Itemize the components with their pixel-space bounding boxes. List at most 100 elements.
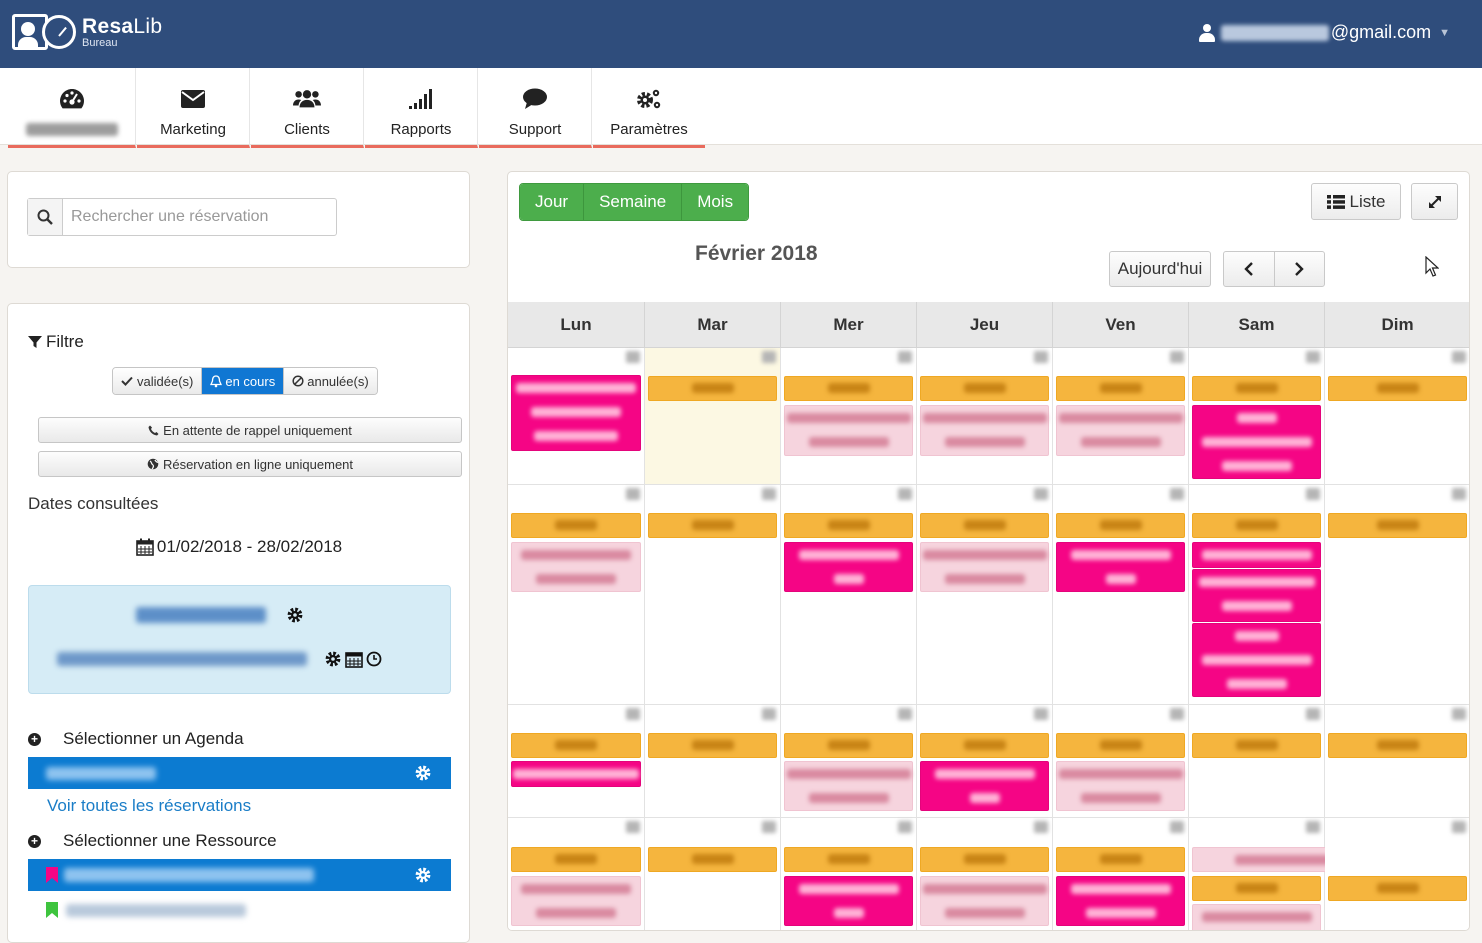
add-reservation-button[interactable] xyxy=(784,847,913,872)
view-week-button[interactable]: Semaine xyxy=(584,184,683,220)
add-reservation-button[interactable] xyxy=(784,733,913,758)
reservation-validated[interactable] xyxy=(1056,761,1185,811)
tab-rapports[interactable]: Rapports xyxy=(365,68,478,148)
add-reservation-button[interactable] xyxy=(648,733,777,758)
view-day-button[interactable]: Jour xyxy=(520,184,585,220)
reservation-pending[interactable] xyxy=(1192,542,1321,568)
day-cell[interactable] xyxy=(1325,818,1469,930)
next-month-button[interactable] xyxy=(1275,252,1325,286)
reservation-pending[interactable] xyxy=(511,761,641,787)
reservation-pending[interactable] xyxy=(511,375,641,451)
add-reservation-button[interactable] xyxy=(920,847,1049,872)
day-cell[interactable] xyxy=(508,705,645,818)
callback-only-button[interactable]: En attente de rappel uniquement xyxy=(38,417,462,443)
add-reservation-button[interactable] xyxy=(1328,376,1467,401)
see-all-reservations-link[interactable]: Voir toutes les réservations xyxy=(47,796,251,816)
add-reservation-button[interactable] xyxy=(920,513,1049,538)
day-cell[interactable] xyxy=(1325,348,1469,485)
resource-item-selected[interactable] xyxy=(28,859,451,891)
day-cell[interactable] xyxy=(1053,818,1189,930)
add-reservation-button[interactable] xyxy=(648,847,777,872)
add-reservation-button[interactable] xyxy=(648,513,777,538)
filter-pending-button[interactable]: en cours xyxy=(202,368,285,394)
day-cell[interactable] xyxy=(1189,485,1325,705)
day-cell[interactable] xyxy=(645,705,781,818)
add-reservation-button[interactable] xyxy=(648,376,777,401)
day-cell[interactable] xyxy=(917,818,1053,930)
day-cell[interactable] xyxy=(1325,705,1469,818)
day-cell[interactable] xyxy=(1053,705,1189,818)
reservation-validated[interactable] xyxy=(1056,405,1185,456)
filter-validated-button[interactable]: validée(s) xyxy=(113,368,203,394)
day-cell[interactable] xyxy=(508,485,645,705)
online-only-button[interactable]: Réservation en ligne uniquement xyxy=(38,451,462,477)
day-cell[interactable] xyxy=(1189,348,1325,485)
reservation-validated[interactable] xyxy=(784,761,913,811)
dates-range[interactable]: 01/02/2018 - 28/02/2018 xyxy=(8,537,470,557)
tab-dashboard[interactable] xyxy=(8,68,136,148)
add-reservation-button[interactable] xyxy=(1056,733,1185,758)
add-reservation-button[interactable] xyxy=(1192,513,1321,538)
gear-icon[interactable] xyxy=(287,607,303,623)
tab-parametres[interactable]: Paramètres xyxy=(593,68,705,148)
day-cell[interactable] xyxy=(508,818,645,930)
day-cell[interactable] xyxy=(645,485,781,705)
day-cell[interactable] xyxy=(1189,705,1325,818)
reservation-validated[interactable] xyxy=(784,405,913,456)
user-menu[interactable]: @gmail.com ▼ xyxy=(1198,22,1450,43)
add-reservation-button[interactable] xyxy=(1192,376,1321,401)
add-reservation-button[interactable] xyxy=(1192,876,1321,901)
reservation-validated[interactable] xyxy=(920,405,1049,456)
day-cell[interactable] xyxy=(1189,818,1467,930)
add-reservation-button[interactable] xyxy=(511,733,641,758)
reservation-validated[interactable] xyxy=(511,542,641,592)
filter-cancelled-button[interactable]: annulée(s) xyxy=(284,368,377,394)
calendar-icon[interactable] xyxy=(345,650,363,668)
agenda-item-selected[interactable] xyxy=(28,757,451,789)
search-input[interactable] xyxy=(63,199,336,235)
day-cell[interactable] xyxy=(917,485,1053,705)
add-reservation-button[interactable] xyxy=(920,733,1049,758)
clock-icon[interactable] xyxy=(366,651,382,667)
prev-month-button[interactable] xyxy=(1224,252,1275,286)
add-reservation-button[interactable] xyxy=(1056,376,1185,401)
add-reservation-button[interactable] xyxy=(1056,847,1185,872)
reservation-pending[interactable] xyxy=(1192,569,1321,622)
resource-item[interactable] xyxy=(46,902,246,918)
plus-circle-icon[interactable]: + xyxy=(28,834,41,848)
view-month-button[interactable]: Mois xyxy=(682,184,749,220)
add-reservation-button[interactable] xyxy=(784,513,913,538)
reservation-pending[interactable] xyxy=(1056,542,1185,592)
add-reservation-button[interactable] xyxy=(1328,733,1467,758)
add-reservation-button[interactable] xyxy=(1056,513,1185,538)
app-logo[interactable]: ResaLib Bureau xyxy=(12,14,162,50)
add-reservation-button[interactable] xyxy=(1192,733,1321,758)
search-field[interactable] xyxy=(27,198,337,236)
reservation-pending[interactable] xyxy=(1192,405,1321,479)
day-cell[interactable] xyxy=(645,348,781,485)
day-cell[interactable] xyxy=(781,348,917,485)
reservation-pending[interactable] xyxy=(1192,623,1321,697)
add-reservation-button[interactable] xyxy=(1328,513,1467,538)
plus-circle-icon[interactable]: + xyxy=(28,732,41,746)
add-reservation-button[interactable] xyxy=(511,513,641,538)
day-cell[interactable] xyxy=(917,348,1053,485)
gear-icon[interactable] xyxy=(415,765,431,781)
tab-clients[interactable]: Clients xyxy=(251,68,364,148)
gear-icon[interactable] xyxy=(415,867,431,883)
tab-marketing[interactable]: Marketing xyxy=(137,68,250,148)
day-cell[interactable] xyxy=(508,348,645,485)
day-cell[interactable] xyxy=(781,485,917,705)
add-reservation-button[interactable] xyxy=(511,847,641,872)
day-cell[interactable] xyxy=(917,705,1053,818)
reservation-pending[interactable] xyxy=(920,761,1049,811)
add-reservation-button[interactable] xyxy=(784,376,913,401)
day-cell[interactable] xyxy=(1053,348,1189,485)
day-cell[interactable] xyxy=(1053,485,1189,705)
fullscreen-button[interactable] xyxy=(1411,183,1458,220)
today-button[interactable]: Aujourd'hui xyxy=(1109,251,1211,287)
day-cell[interactable] xyxy=(1325,485,1469,705)
list-view-button[interactable]: Liste xyxy=(1311,183,1401,220)
add-reservation-button[interactable] xyxy=(1328,876,1467,901)
reservation-pending[interactable] xyxy=(784,542,913,592)
